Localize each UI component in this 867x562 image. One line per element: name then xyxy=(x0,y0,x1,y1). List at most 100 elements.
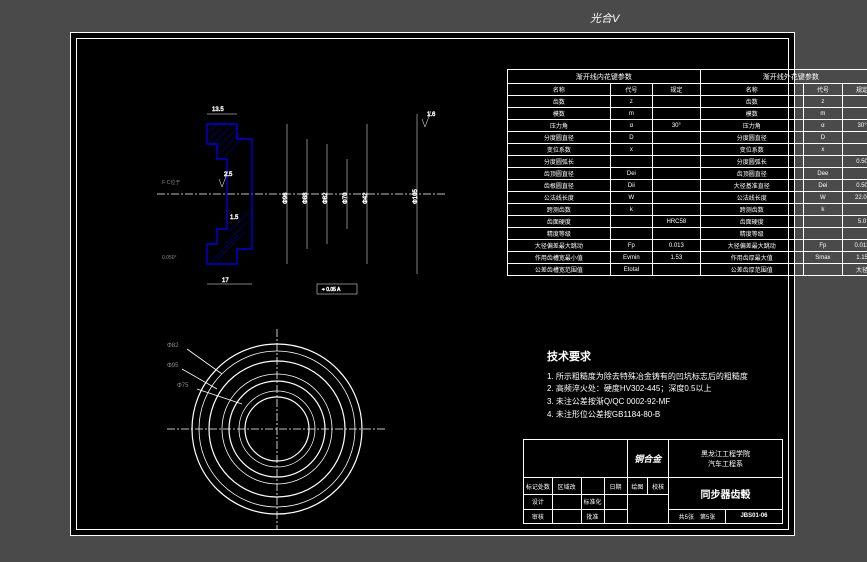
param-cell xyxy=(843,96,867,108)
param-cell xyxy=(803,156,842,168)
svg-text:13.5: 13.5 xyxy=(212,107,224,113)
cad-canvas[interactable]: 渐开线内花键参数渐开线外花键参数 名称代号规定 名称代号规定 齿数z齿数z模数m… xyxy=(70,32,795,536)
app-logo: 光合V xyxy=(590,10,619,26)
svg-text:Φ88: Φ88 xyxy=(303,192,309,204)
param-cell: Smax xyxy=(803,252,842,264)
svg-text:1.5: 1.5 xyxy=(230,215,239,221)
param-cell xyxy=(652,264,700,276)
tech-item: 1. 所示粗糙度为除去特殊冶金铸有的凹坑标志后的粗糙度 xyxy=(547,371,748,384)
svg-text:1.6: 1.6 xyxy=(427,112,436,118)
param-cell: α xyxy=(803,120,842,132)
param-cell: 压力角 xyxy=(508,120,611,132)
table-header-left: 渐开线内花键参数 xyxy=(508,70,701,84)
svg-text:Φ105: Φ105 xyxy=(413,189,419,204)
svg-text:2.5: 2.5 xyxy=(224,172,233,178)
param-cell: 公差齿厚范围值 xyxy=(700,264,803,276)
param-cell: 分度圆弧长 xyxy=(508,156,611,168)
param-cell xyxy=(843,204,867,216)
param-cell xyxy=(652,108,700,120)
param-cell xyxy=(652,204,700,216)
param-cell xyxy=(652,96,700,108)
param-cell: Dee xyxy=(803,168,842,180)
param-cell: 精度等级 xyxy=(508,228,611,240)
tech-item: 2. 高频淬火处：硬度HV302-445；深度0.5以上 xyxy=(547,383,748,396)
material: 铜合金 xyxy=(627,440,668,478)
table-header-right: 渐开线外花键参数 xyxy=(700,70,867,84)
param-cell: 跨测齿数 xyxy=(700,204,803,216)
param-cell: 0.013 xyxy=(652,240,700,252)
param-cell: m xyxy=(803,108,842,120)
param-cell xyxy=(843,132,867,144)
param-cell xyxy=(652,192,700,204)
param-cell xyxy=(843,144,867,156)
svg-text:Φ82: Φ82 xyxy=(167,343,179,349)
param-cell: W xyxy=(803,192,842,204)
param-cell: 精度等级 xyxy=(700,228,803,240)
param-cell: 0.013 xyxy=(843,240,867,252)
technical-requirements: 技术要求 1. 所示粗糙度为除去特殊冶金铸有的凹坑标志后的粗糙度 2. 高频淬火… xyxy=(547,349,748,422)
param-cell: 22.0° xyxy=(843,192,867,204)
param-cell: k xyxy=(803,204,842,216)
param-cell: W xyxy=(610,192,652,204)
param-cell: x xyxy=(803,144,842,156)
tech-item: 4. 未注形位公差按GB1184-80-B xyxy=(547,409,748,422)
param-cell: 齿根圆直径 xyxy=(508,180,611,192)
param-cell: Etotal xyxy=(610,264,652,276)
param-cell: Fp xyxy=(803,240,842,252)
param-cell: z xyxy=(803,96,842,108)
svg-text:0.050°: 0.050° xyxy=(162,255,177,261)
svg-text:Φ95: Φ95 xyxy=(167,363,179,369)
svg-text:Φ82: Φ82 xyxy=(323,192,329,204)
param-cell: 作用齿槽宽最小值 xyxy=(508,252,611,264)
sheet: 共5张 第5张 xyxy=(669,509,726,523)
param-cell: 变位系数 xyxy=(700,144,803,156)
param-cell: 大径偏差最大跳动 xyxy=(700,240,803,252)
param-cell xyxy=(843,108,867,120)
param-cell: Dei xyxy=(803,180,842,192)
param-cell xyxy=(652,168,700,180)
param-cell: D xyxy=(803,132,842,144)
param-cell: 公法线长度 xyxy=(508,192,611,204)
spline-parameter-table: 渐开线内花键参数渐开线外花键参数 名称代号规定 名称代号规定 齿数z齿数z模数m… xyxy=(507,69,867,276)
param-cell: 分度圆直径 xyxy=(700,132,803,144)
param-cell: HRC58 xyxy=(652,216,700,228)
drawing-number: JBS01-06 xyxy=(725,509,782,523)
param-cell xyxy=(843,168,867,180)
param-cell: 30° xyxy=(843,120,867,132)
param-cell: 分度圆直径 xyxy=(508,132,611,144)
param-cell xyxy=(652,180,700,192)
param-cell xyxy=(652,132,700,144)
param-cell: 1.15 xyxy=(843,252,867,264)
param-cell: 公法线长度 xyxy=(700,192,803,204)
title-block: 铜合金 黑龙江工程学院 汽车工程系 标记处数区域改日期 绘图校核 同步器齿毂 设… xyxy=(523,439,783,524)
param-cell: Dii xyxy=(610,180,652,192)
section-view: 13.5 Φ96 Φ88 Φ82 Φ70 Φ42 Φ105 1.6 2.5 1.… xyxy=(157,84,477,304)
param-cell: x xyxy=(610,144,652,156)
param-cell xyxy=(610,156,652,168)
param-cell: 大径偏差最大跳动 xyxy=(508,240,611,252)
tech-item: 3. 未注公差按渐Q/QC 0002-92-MF xyxy=(547,396,748,409)
param-cell: 大径 xyxy=(843,264,867,276)
param-cell: 模数 xyxy=(700,108,803,120)
param-cell xyxy=(652,228,700,240)
param-cell: 1.53 xyxy=(652,252,700,264)
param-cell: 作用齿厚最大值 xyxy=(700,252,803,264)
param-cell: 压力角 xyxy=(700,120,803,132)
param-cell: 变位系数 xyxy=(508,144,611,156)
param-cell: Dei xyxy=(610,168,652,180)
svg-text:Φ70: Φ70 xyxy=(343,192,349,204)
param-cell: 模数 xyxy=(508,108,611,120)
param-cell xyxy=(652,144,700,156)
tech-title: 技术要求 xyxy=(547,349,748,367)
param-cell: α xyxy=(610,120,652,132)
param-cell: 齿顶圆直径 xyxy=(508,168,611,180)
svg-text:17: 17 xyxy=(222,278,229,284)
param-cell: 0.50 xyxy=(843,180,867,192)
param-cell: z xyxy=(610,96,652,108)
part-name: 同步器齿毂 xyxy=(669,478,783,509)
param-cell: k xyxy=(610,204,652,216)
param-cell xyxy=(843,228,867,240)
param-cell: 齿面硬度 xyxy=(508,216,611,228)
param-cell: m xyxy=(610,108,652,120)
param-cell: 公差齿槽宽范围值 xyxy=(508,264,611,276)
